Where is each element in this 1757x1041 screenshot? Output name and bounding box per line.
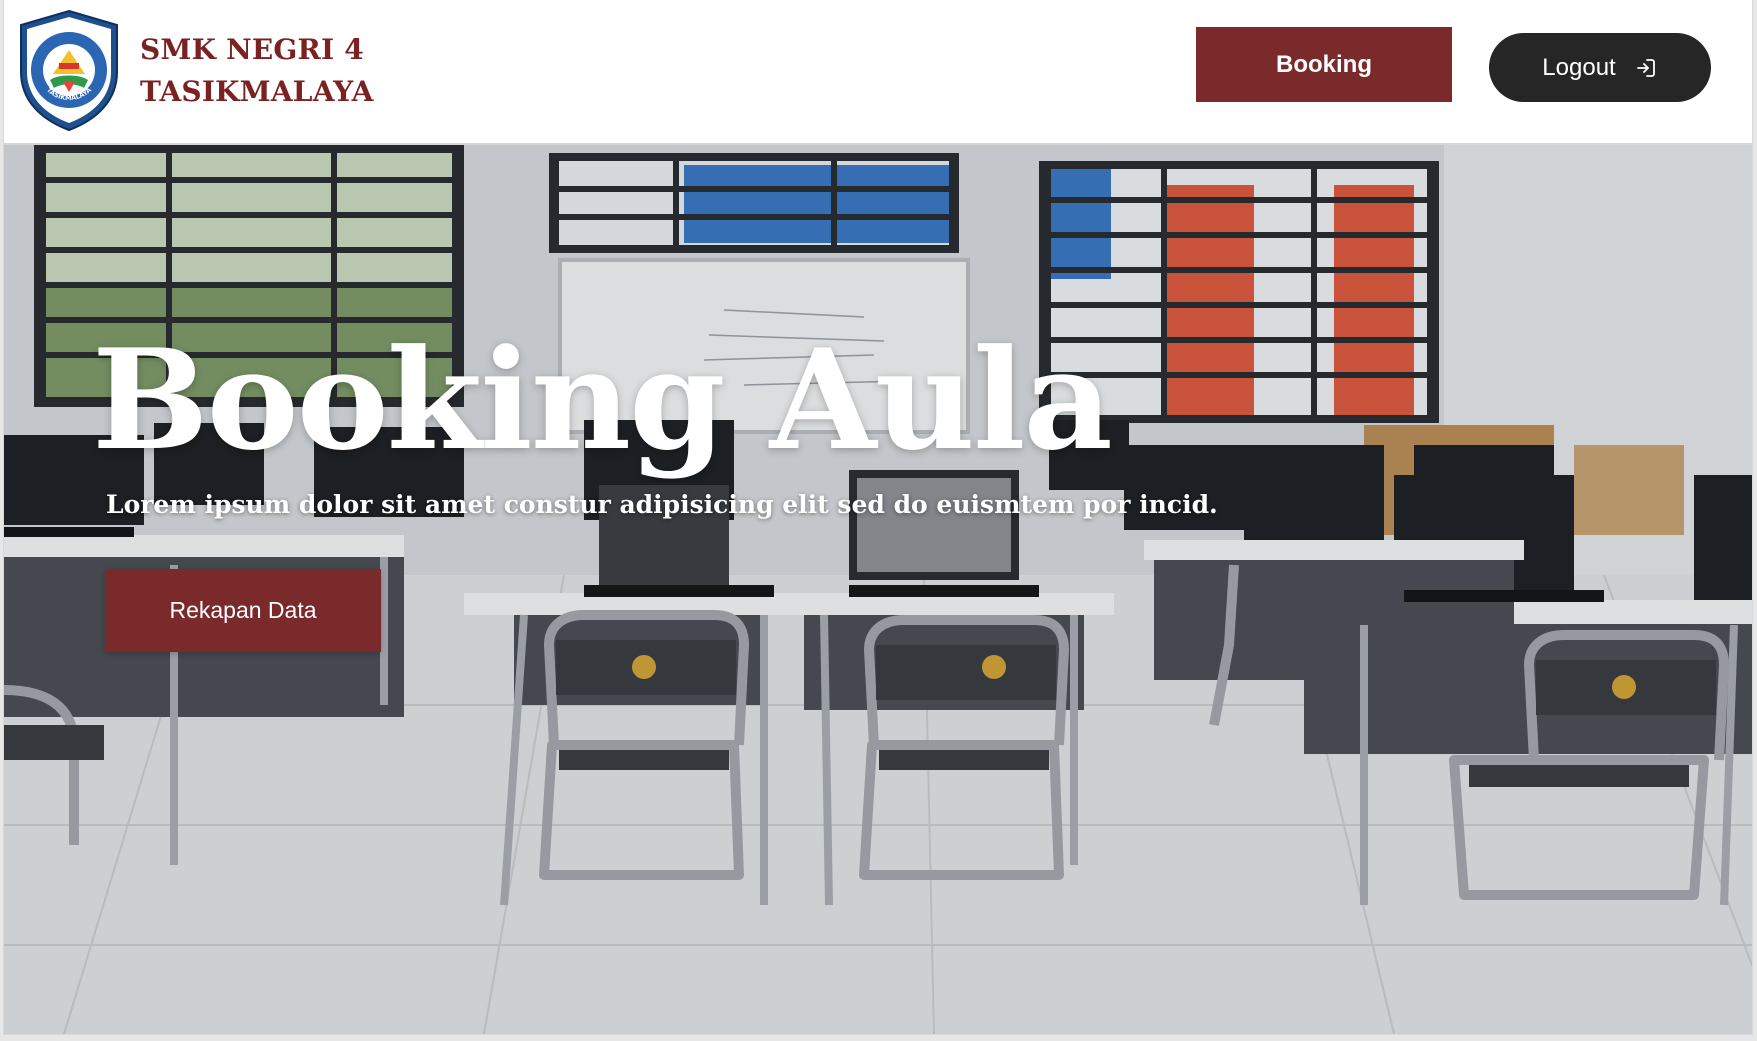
school-name-line1: SMK NEGRI 4 [140, 32, 364, 66]
hero-subtitle: Lorem ipsum dolor sit amet constur adipi… [106, 490, 1218, 519]
school-logo: SMK NEGERI 4 TASIKMALAYA [20, 9, 118, 132]
school-name: SMK NEGRI 4 TASIKMALAYA [140, 29, 374, 113]
booking-button[interactable]: Booking [1196, 27, 1452, 102]
logout-button-label: Logout [1542, 53, 1616, 81]
site-header: SMK NEGERI 4 TASIKMALAYA SMK NEGRI 4 TAS… [4, 0, 1752, 145]
logout-button[interactable]: Logout [1489, 33, 1711, 102]
booking-button-label: Booking [1276, 50, 1372, 78]
logout-icon [1636, 58, 1655, 77]
school-name-line2: TASIKMALAYA [140, 74, 374, 108]
hero-section: Booking Aula Lorem ipsum dolor sit amet … [4, 145, 1752, 1034]
brand[interactable]: SMK NEGERI 4 TASIKMALAYA SMK NEGRI 4 TAS… [16, 8, 374, 133]
page-frame: SMK NEGERI 4 TASIKMALAYA SMK NEGRI 4 TAS… [4, 0, 1752, 1034]
rekapan-data-button-label: Rekapan Data [169, 597, 317, 623]
hero-title: Booking Aula [92, 318, 1113, 481]
rekapan-data-button[interactable]: Rekapan Data [105, 569, 381, 652]
